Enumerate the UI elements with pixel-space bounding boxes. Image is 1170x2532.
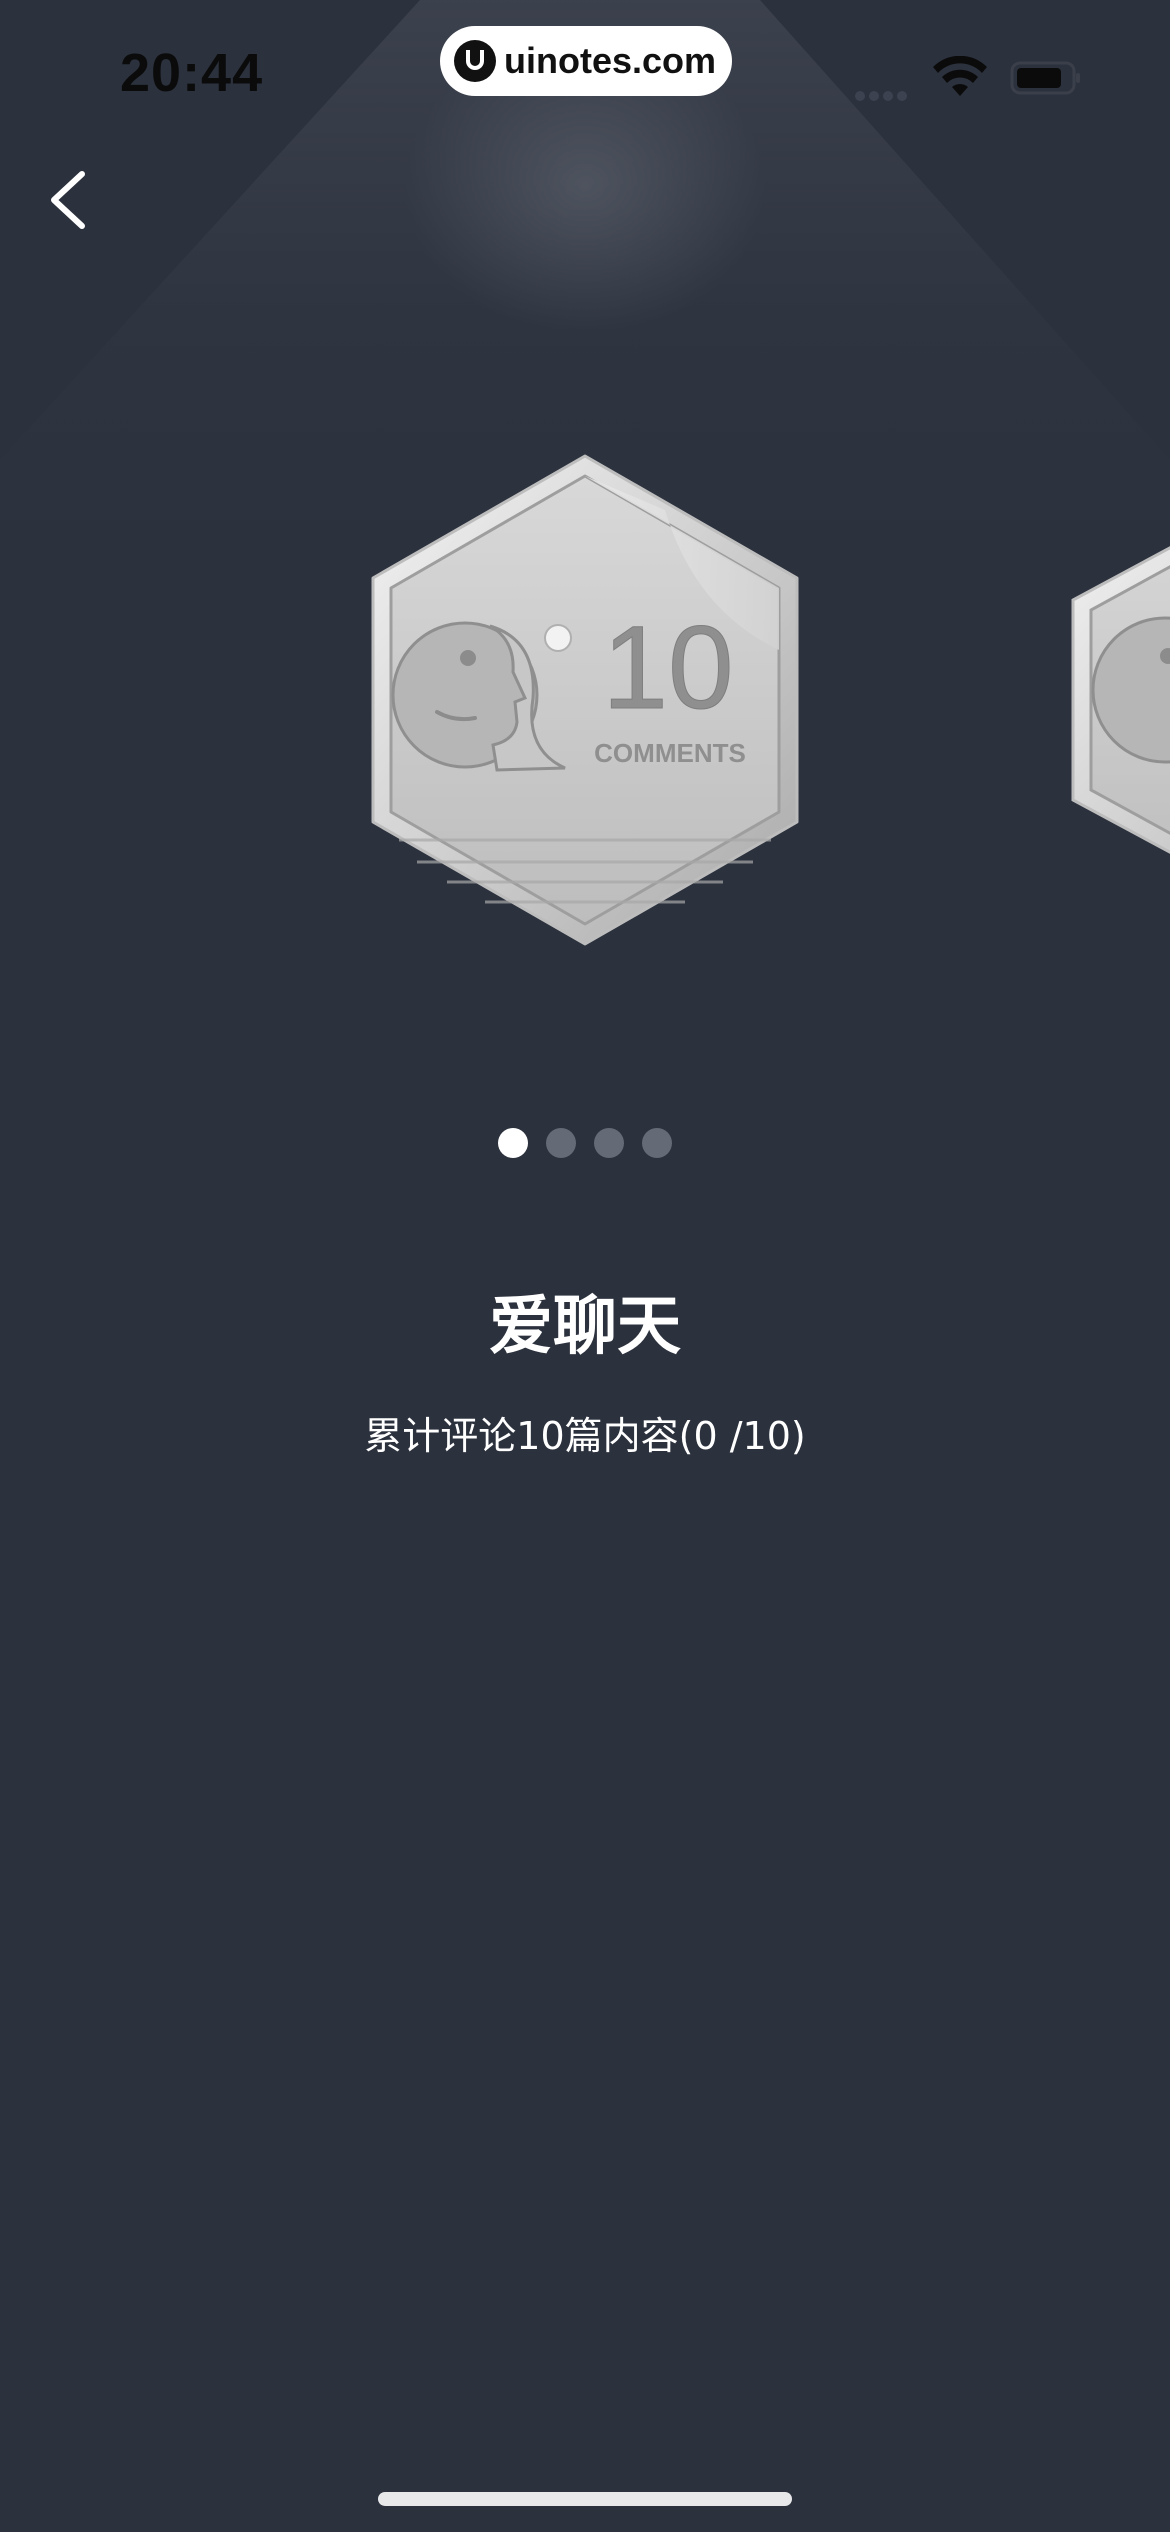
chevron-left-icon (51, 171, 85, 229)
cellular-signal-icon (855, 86, 915, 101)
home-indicator[interactable] (378, 2492, 792, 2506)
page-dot-3[interactable] (594, 1128, 624, 1158)
watermark-text: uinotes.com (504, 40, 717, 81)
wifi-icon (933, 56, 987, 96)
badge-caption: COMMENTS (594, 738, 746, 768)
badge-title: 爱聊天 (489, 1290, 681, 1364)
battery-icon (1010, 61, 1080, 95)
back-button[interactable] (40, 160, 100, 240)
badge-description: 累计评论10篇内容(0 /10) (364, 1414, 806, 1458)
status-time: 20:44 (120, 43, 264, 103)
watermark-logo-icon (454, 40, 496, 82)
next-badge-preview[interactable] (1065, 480, 1170, 920)
badge-number: 10 (602, 602, 733, 734)
page-dot-2[interactable] (546, 1128, 576, 1158)
page-dot-4[interactable] (642, 1128, 672, 1158)
achievement-screen: 20:44 uinotes.com 10 COMMENTS 爱聊天 累计评论10… (0, 0, 1170, 2532)
watermark-pill: uinotes.com (440, 26, 732, 96)
badge-image[interactable]: 10 COMMENTS (365, 450, 805, 950)
page-dot-1[interactable] (498, 1128, 528, 1158)
page-indicator (0, 1128, 1170, 1158)
